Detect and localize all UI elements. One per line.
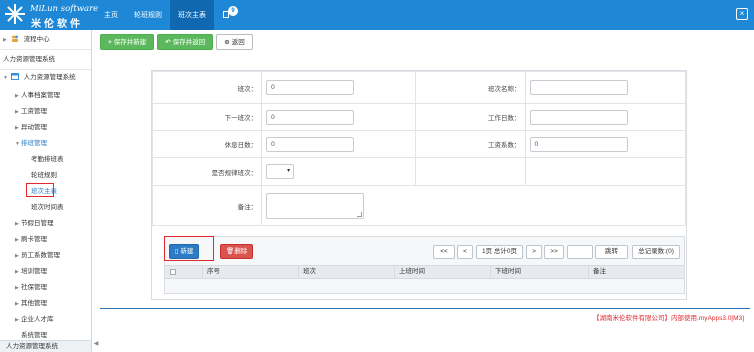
collapse-sidebar-icon[interactable]: ◀ (92, 338, 100, 350)
people-icon (11, 35, 18, 42)
sidebar-item-employee-factor[interactable]: ▶ 员工系数管理 (0, 248, 91, 264)
sidebar-label: 异动管理 (21, 124, 47, 131)
sidebar-item-personnel[interactable]: ▶ 人事档案管理 (0, 88, 91, 104)
form-toolbar: + 保存并新建 ↶ 保存并返回 ⊙ 返回 (100, 34, 253, 50)
pager-first-button[interactable]: << (433, 245, 455, 259)
wage-factor-label: 工资系数： (415, 130, 526, 158)
remark-textarea[interactable] (266, 192, 365, 219)
sidebar-label: 节假日管理 (21, 220, 54, 227)
tabs-count-badge: 9 (228, 6, 238, 16)
work-days-input[interactable] (529, 109, 628, 125)
shift-time-grid: ▯ 新建 🗑删除 << < 1页 总计0页 > >> 跳转 总记录数:(0) 序… (164, 236, 685, 294)
sidebar-label: 刷卡管理 (21, 236, 47, 243)
wage-factor-input[interactable]: 0 (529, 136, 628, 152)
sidebar-label: 工资管理 (21, 108, 47, 115)
delete-row-button[interactable]: 🗑删除 (220, 244, 254, 259)
annotation-highlight-sidebar (26, 183, 54, 197)
nav-home[interactable]: 主页 (96, 0, 126, 30)
sidebar-group-hr[interactable]: ▼ 人力资源管理系统 (0, 70, 91, 86)
brand-name-en: MiLun software (30, 4, 99, 14)
sidebar-item-card-swipe[interactable]: ▶ 刷卡管理 (0, 232, 91, 248)
divider (0, 49, 91, 50)
shift-label: 班次： (151, 71, 263, 104)
close-icon[interactable]: × (736, 8, 748, 20)
pager-prev-button[interactable]: < (457, 245, 473, 259)
nav-shift-master[interactable]: 班次主表 (170, 0, 214, 30)
footer-divider (100, 308, 750, 309)
work-days-label: 工作日数： (415, 103, 526, 131)
annotation-highlight-new-button (164, 236, 214, 261)
sidebar-system-title: 人力资源管理系统 (3, 56, 55, 63)
sidebar-item-transfer[interactable]: ▶ 异动管理 (0, 120, 91, 136)
top-navigation-bar: MiLun software 米伦软件 主页 轮班规则 班次主表 9 × (0, 0, 754, 30)
sidebar-item-training[interactable]: ▶ 培训管理 (0, 264, 91, 280)
sidebar-footer-system[interactable]: 人力资源管理系统 (0, 340, 91, 352)
sidebar-label: 社保管理 (21, 284, 47, 291)
shift-name-input[interactable] (529, 80, 628, 95)
form-table: 班次： 0 班次名称： 下一班次： 0 工作日数： 休息日数： 0 工资系数： … (151, 71, 687, 226)
sidebar-label: 流程中心 (23, 36, 50, 43)
brand-name-cn: 米伦软件 (31, 19, 83, 30)
sidebar-label: 排班管理 (21, 140, 47, 147)
pager-page-input[interactable] (567, 245, 593, 259)
caret-down-icon: ▼ (3, 75, 8, 81)
select-all-cell[interactable] (165, 266, 203, 278)
logo-icon (5, 4, 25, 24)
back-button[interactable]: ⊙ 返回 (216, 34, 253, 50)
brand-logo: MiLun software 米伦软件 (4, 3, 99, 30)
back-circle-icon: ⊙ (224, 39, 230, 46)
sidebar-item-scheduling[interactable]: ▼排班管理 (0, 136, 91, 152)
main-nav: 主页 轮班规则 班次主表 9 (96, 0, 240, 30)
nav-more-tabs[interactable]: 9 (214, 0, 240, 30)
pager-info: 1页 总计0页 (476, 245, 523, 259)
sidebar-label: 员工系数管理 (21, 252, 60, 259)
footer-copyright: 【湖南米伦软件有限公司】内部使用.myApps3.0[M3] (593, 315, 744, 322)
column-header: 序号 (203, 266, 299, 278)
button-label: 返回 (231, 39, 245, 46)
regular-shift-label: 是否规律班次： (151, 157, 263, 186)
column-header: 备注 (593, 268, 606, 275)
sidebar-label: 人力资源管理系统 (23, 74, 76, 81)
sidebar-item-process-center[interactable]: ▶ 流程中心 (0, 32, 91, 48)
shift-name-label: 班次名称： (415, 71, 526, 104)
regular-shift-select[interactable]: ▾ (266, 164, 295, 179)
window-icon (10, 73, 19, 80)
sidebar-subitem-attendance-schedule[interactable]: 考勤排班表 (0, 152, 91, 168)
grid-header: 序号 班次 上班时间 下班时间 备注 (165, 265, 684, 279)
column-header: 上班时间 (395, 266, 491, 278)
button-label: 保存并返回 (172, 39, 206, 46)
next-shift-input[interactable]: 0 (266, 109, 355, 125)
sidebar-label: 培训管理 (21, 268, 47, 275)
sidebar-label: 其他管理 (21, 300, 47, 307)
sidebar-subitem-shift-timetable[interactable]: 班次时间表 (0, 200, 91, 216)
sidebar-item-holidays[interactable]: ▶ 节假日管理 (0, 216, 91, 232)
sidebar-subitem-shift-rules[interactable]: 轮班规则 (0, 168, 91, 184)
pager-total-records: 总记录数:(0) (632, 245, 680, 259)
save-and-new-button[interactable]: + 保存并新建 (100, 34, 155, 50)
save-and-back-button[interactable]: ↶ 保存并返回 (157, 34, 214, 50)
sidebar-item-talent-pool[interactable]: ▶ 企业人才库 (0, 312, 91, 328)
sidebar-label: 企业人才库 (21, 316, 54, 323)
column-header: 下班时间 (491, 266, 589, 278)
rest-days-label: 休息日数： (151, 130, 263, 158)
column-header: 班次 (299, 266, 395, 278)
plus-icon: + (108, 39, 112, 46)
sidebar-item-other[interactable]: ▶ 其他管理 (0, 296, 91, 312)
sidebar-label: 人事档案管理 (21, 92, 60, 99)
button-label: 删除 (234, 248, 248, 255)
shift-input[interactable]: 0 (266, 80, 355, 95)
rest-days-input[interactable]: 0 (266, 136, 355, 152)
caret-right-icon: ▶ (3, 37, 7, 43)
pager-last-button[interactable]: >> (544, 245, 564, 259)
nav-shift-rules[interactable]: 轮班规则 (126, 0, 170, 30)
pager-next-button[interactable]: > (526, 245, 542, 259)
sidebar-item-social-security[interactable]: ▶ 社保管理 (0, 280, 91, 296)
button-label: 保存并新建 (113, 39, 147, 46)
select-all-checkbox[interactable] (170, 269, 176, 275)
next-shift-label: 下一班次： (151, 103, 263, 131)
undo-icon: ↶ (165, 39, 171, 46)
remark-label: 备注： (151, 185, 263, 226)
sidebar-item-payroll[interactable]: ▶ 工资管理 (0, 104, 91, 120)
pager-goto-button[interactable]: 跳转 (595, 245, 628, 259)
